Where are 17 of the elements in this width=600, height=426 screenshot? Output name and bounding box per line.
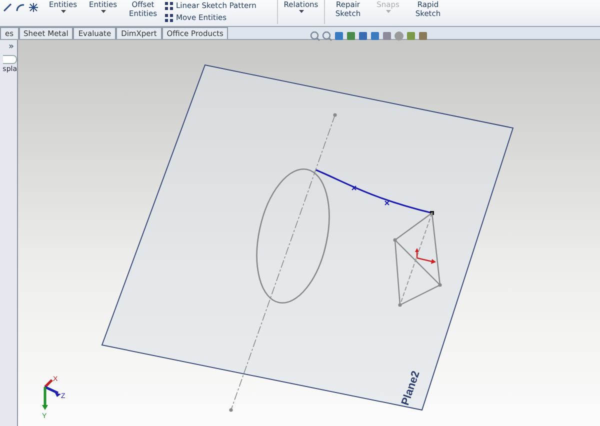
expand-button[interactable]: » — [8, 42, 14, 52]
caret-icon[interactable] — [60, 10, 66, 13]
zoom-icon[interactable] — [310, 31, 320, 41]
plane-label: Plane2 — [400, 370, 422, 407]
origin-arrows — [415, 248, 436, 264]
axis-triad — [42, 379, 61, 410]
grid-icon — [165, 14, 174, 22]
sketch-tool-icon[interactable] — [2, 2, 13, 13]
caret-icon[interactable] — [100, 10, 106, 13]
sphere-icon[interactable] — [394, 31, 404, 41]
arc-icon[interactable] — [15, 2, 26, 13]
input-field[interactable] — [3, 55, 17, 64]
spline-curve[interactable] — [316, 169, 434, 215]
zoom-area-icon[interactable] — [322, 31, 332, 41]
star-icon[interactable] — [28, 2, 39, 13]
caret-icon[interactable] — [298, 10, 304, 13]
grid-icon — [165, 2, 174, 10]
